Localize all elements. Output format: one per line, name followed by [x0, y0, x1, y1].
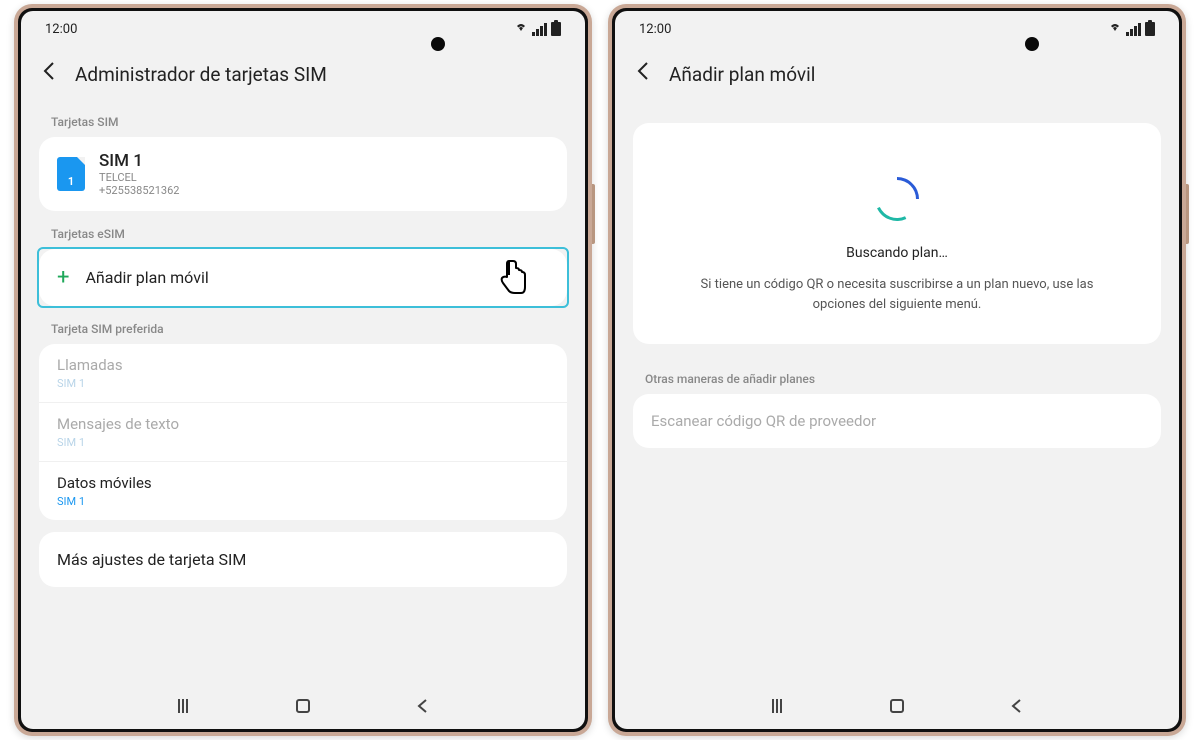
pref-data[interactable]: Datos móviles SIM 1	[39, 462, 567, 520]
nav-home-button[interactable]	[887, 697, 907, 715]
side-button	[592, 184, 595, 244]
sim-info: SIM 1 TELCEL +525538521362	[99, 151, 179, 197]
status-bar: 12:00	[615, 11, 1179, 47]
signal-icon	[1126, 23, 1141, 36]
pref-calls-value: SIM 1	[57, 377, 549, 390]
pointer-cursor-icon	[495, 257, 531, 301]
add-plan-label: Añadir plan móvil	[85, 268, 208, 287]
page-header: Añadir plan móvil	[615, 47, 1179, 107]
page-title: Administrador de tarjetas SIM	[75, 63, 327, 86]
sim-phone: +525538521362	[99, 184, 179, 197]
more-settings-card[interactable]: Más ajustes de tarjeta SIM	[39, 532, 567, 587]
navigation-bar	[615, 689, 1179, 729]
signal-icon	[532, 23, 547, 36]
sim-carrier: TELCEL	[99, 171, 179, 184]
plus-icon: +	[57, 265, 69, 290]
sim-card-entry[interactable]: 1 SIM 1 TELCEL +525538521362	[39, 137, 567, 211]
pref-texts-label: Mensajes de texto	[57, 415, 549, 433]
front-camera	[1025, 37, 1039, 51]
status-time: 12:00	[45, 22, 77, 37]
pref-data-label: Datos móviles	[57, 474, 549, 492]
nav-back-button[interactable]	[1007, 697, 1027, 715]
back-button[interactable]	[631, 59, 655, 89]
add-mobile-plan-button[interactable]: + Añadir plan móvil	[39, 249, 567, 306]
screen-right: 12:00 Añadir plan móvil	[615, 11, 1179, 729]
status-bar: 12:00	[21, 11, 585, 47]
loading-card: Buscando plan… Si tiene un código QR o n…	[633, 123, 1161, 344]
sim-name: SIM 1	[99, 151, 179, 171]
loading-description: Si tiene un código QR o necesita suscrib…	[687, 275, 1107, 314]
device-left: 12:00 Administrador de tarjetas SIM Tarj…	[14, 4, 592, 736]
device-inner: 12:00 Administrador de tarjetas SIM Tarj…	[18, 8, 588, 732]
preferred-sim-card: Llamadas SIM 1 Mensajes de texto SIM 1 D…	[39, 344, 567, 520]
pref-calls-label: Llamadas	[57, 356, 549, 374]
navigation-bar	[21, 689, 585, 729]
front-camera	[431, 37, 445, 51]
loading-spinner-icon	[875, 177, 919, 221]
loading-title: Buscando plan…	[663, 245, 1131, 261]
preferred-sim-label: Tarjeta SIM preferida	[39, 314, 567, 344]
content-area: Buscando plan… Si tiene un código QR o n…	[615, 107, 1179, 689]
scan-qr-card[interactable]: Escanear código QR de proveedor	[633, 394, 1161, 448]
pref-texts[interactable]: Mensajes de texto SIM 1	[39, 403, 567, 462]
status-time: 12:00	[639, 22, 671, 37]
side-button	[1186, 184, 1189, 244]
nav-back-button[interactable]	[413, 697, 433, 715]
page-header: Administrador de tarjetas SIM	[21, 47, 585, 107]
content-area: Tarjetas SIM 1 SIM 1 TELCEL +52553852136…	[21, 107, 585, 689]
status-icons	[1108, 21, 1155, 37]
esim-label: Tarjetas eSIM	[39, 219, 567, 249]
screen-left: 12:00 Administrador de tarjetas SIM Tarj…	[21, 11, 585, 729]
sim-icon: 1	[57, 157, 85, 191]
device-right: 12:00 Añadir plan móvil	[608, 4, 1186, 736]
back-button[interactable]	[37, 59, 61, 89]
battery-icon	[551, 22, 561, 36]
wifi-icon	[514, 21, 528, 37]
pref-data-value: SIM 1	[57, 495, 549, 508]
nav-home-button[interactable]	[293, 697, 313, 715]
pref-calls[interactable]: Llamadas SIM 1	[39, 344, 567, 403]
device-inner: 12:00 Añadir plan móvil	[612, 8, 1182, 732]
add-plan-card: + Añadir plan móvil	[39, 249, 567, 306]
page-title: Añadir plan móvil	[669, 63, 815, 86]
nav-recents-button[interactable]	[173, 697, 193, 715]
scan-qr-label: Escanear código QR de proveedor	[633, 394, 1161, 448]
pref-texts-value: SIM 1	[57, 436, 549, 449]
wifi-icon	[1108, 21, 1122, 37]
more-settings-label: Más ajustes de tarjeta SIM	[39, 532, 567, 587]
sim-cards-label: Tarjetas SIM	[39, 107, 567, 137]
other-ways-label: Otras maneras de añadir planes	[633, 364, 1161, 394]
battery-icon	[1145, 22, 1155, 36]
nav-recents-button[interactable]	[767, 697, 787, 715]
status-icons	[514, 21, 561, 37]
